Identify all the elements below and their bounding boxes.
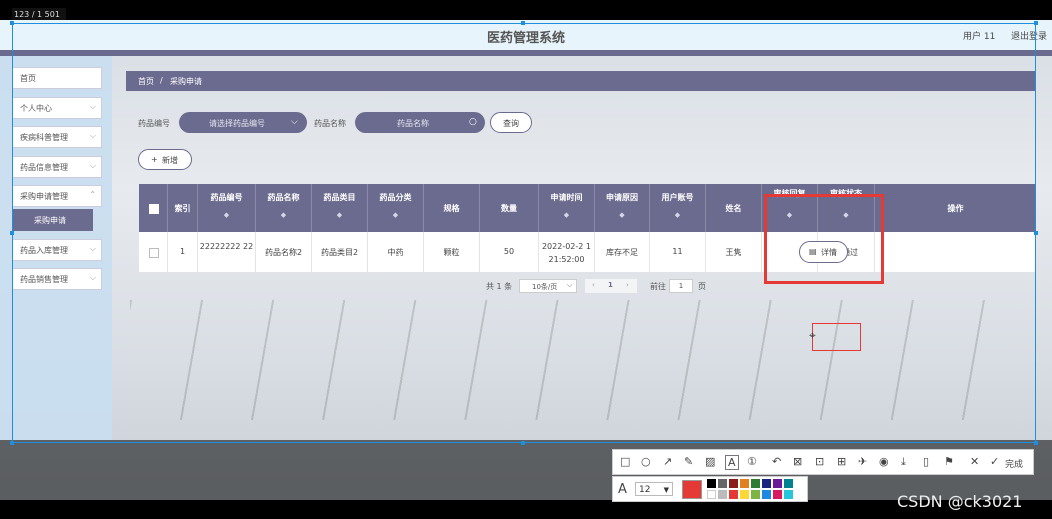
current-color-swatch[interactable] [682, 480, 702, 499]
translate-icon[interactable]: ⊡ [815, 455, 824, 468]
chevron-down-icon: ▼ [663, 486, 669, 494]
close-icon[interactable]: ✕ [970, 455, 979, 468]
undo-icon[interactable]: ↶ [772, 455, 781, 468]
highlight-rectangle-small [812, 323, 861, 351]
color-swatch[interactable] [762, 490, 771, 499]
annotation-toolbar: □ ○ ↗ ✎ ▨ A ① ↶ ⊠ ⊡ ⊞ ✈ ◉ ⤓ ▯ ⚑ ✕ ✓ 完成 [612, 449, 1034, 475]
mosaic-tool-icon[interactable]: ▨ [705, 455, 715, 468]
number-tool-icon[interactable]: ① [747, 455, 757, 468]
resize-handle[interactable] [10, 21, 14, 25]
resize-handle[interactable] [521, 441, 525, 445]
color-swatch[interactable] [740, 490, 749, 499]
resize-handle[interactable] [1034, 231, 1038, 235]
color-swatch[interactable] [707, 479, 716, 488]
resize-handle[interactable] [10, 441, 14, 445]
resize-handle[interactable] [1034, 21, 1038, 25]
color-swatch[interactable] [729, 490, 738, 499]
phone-icon[interactable]: ▯ [923, 455, 929, 468]
scan-icon[interactable]: ⊞ [837, 455, 846, 468]
color-swatch[interactable] [784, 490, 793, 499]
resize-handle[interactable] [521, 21, 525, 25]
resize-handle[interactable] [1034, 441, 1038, 445]
record-icon[interactable]: ◉ [879, 455, 889, 468]
color-swatch[interactable] [707, 490, 716, 499]
color-swatch[interactable] [773, 479, 782, 488]
font-size-select[interactable]: 12 ▼ [635, 482, 673, 496]
pin-icon[interactable]: ✈ [858, 455, 867, 468]
color-swatch[interactable] [718, 490, 727, 499]
done-button[interactable]: 完成 [1005, 457, 1023, 470]
download-icon[interactable]: ⤓ [901, 455, 906, 469]
rectangle-tool-icon[interactable]: □ [620, 455, 630, 468]
color-swatch[interactable] [718, 479, 727, 488]
check-icon[interactable]: ✓ [990, 455, 999, 468]
bookmark-icon[interactable]: ⚑ [944, 455, 954, 468]
color-swatch[interactable] [751, 490, 760, 499]
color-swatch[interactable] [729, 479, 738, 488]
font-icon: A [618, 482, 627, 497]
color-swatch[interactable] [762, 479, 771, 488]
color-swatch[interactable] [773, 490, 782, 499]
color-swatch[interactable] [751, 479, 760, 488]
color-swatch[interactable] [740, 479, 749, 488]
bottom-black-bar [0, 500, 1052, 519]
text-tool-icon[interactable]: A [725, 455, 739, 470]
ocr-icon[interactable]: ⊠ [793, 455, 802, 468]
highlight-rectangle [764, 194, 884, 284]
arrow-tool-icon[interactable]: ↗ [663, 455, 672, 468]
color-swatch[interactable] [784, 479, 793, 488]
watermark: CSDN @ck3021 [897, 492, 1023, 511]
ellipse-tool-icon[interactable]: ○ [641, 455, 651, 468]
pen-tool-icon[interactable]: ✎ [684, 455, 693, 468]
crosshair-cursor-icon: ⌖ [809, 328, 816, 342]
top-black-bar [0, 0, 1052, 20]
text-style-toolbar: A 12 ▼ [612, 476, 808, 502]
resize-handle[interactable] [10, 231, 14, 235]
